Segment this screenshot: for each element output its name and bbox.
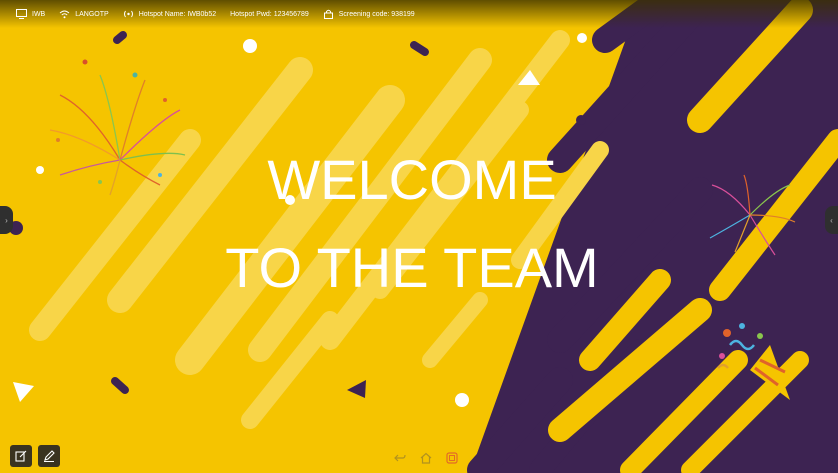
chevron-left-icon: ‹	[830, 215, 833, 225]
pen-icon	[44, 450, 55, 462]
chevron-right-icon: ›	[5, 215, 8, 225]
hotspot-name-status: Hotspot Name: IWB0b52	[123, 9, 216, 19]
apps-icon[interactable]	[446, 452, 458, 464]
status-bar: IWB LANGOTP Hotspot Name: IWB0b52 Hotspo…	[0, 0, 838, 28]
screening-code-label: Screening code: 938199	[338, 10, 415, 18]
home-icon[interactable]	[420, 452, 432, 464]
monitor-icon	[16, 9, 27, 19]
annotate-icon	[15, 450, 27, 462]
hotspot-pwd-status: Hotspot Pwd: 123456789	[230, 11, 309, 18]
hotspot-name-label: Hotspot Name: IWB0b52	[138, 10, 217, 18]
network-status: LANGOTP	[59, 9, 109, 19]
annotate-button[interactable]	[10, 445, 32, 467]
device-status: IWB	[16, 9, 45, 19]
device-label: IWB	[32, 10, 46, 18]
screening-code-status: Screening code: 938199	[323, 9, 415, 19]
hotspot-icon	[123, 10, 133, 18]
welcome-screen: IWB LANGOTP Hotspot Name: IWB0b52 Hotspo…	[0, 0, 838, 473]
back-icon[interactable]	[394, 452, 406, 464]
welcome-title-line1: WELCOME	[267, 148, 557, 211]
network-label: LANGOTP	[75, 10, 109, 18]
pen-button[interactable]	[38, 445, 60, 467]
wifi-icon	[59, 10, 70, 19]
welcome-title-line2: TO THE TEAM	[225, 236, 599, 299]
lock-icon	[323, 9, 333, 19]
hotspot-pwd-label: Hotspot Pwd: 123456789	[230, 10, 309, 18]
right-sidebar-tab[interactable]: ‹	[825, 206, 838, 234]
left-sidebar-tab[interactable]: ›	[0, 206, 13, 234]
